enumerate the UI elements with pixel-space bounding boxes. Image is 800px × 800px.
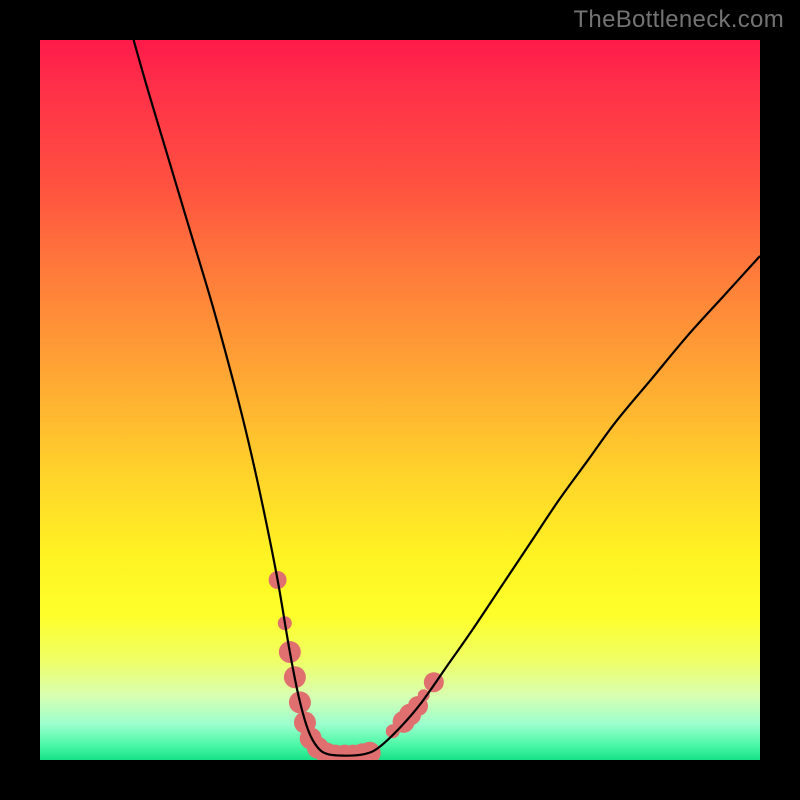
plot-area [40,40,760,760]
bottleneck-curve [134,40,760,756]
marker-group [269,571,444,760]
chart-stage: TheBottleneck.com [0,0,800,800]
chart-overlay-svg [40,40,760,760]
watermark-text: TheBottleneck.com [573,6,784,34]
